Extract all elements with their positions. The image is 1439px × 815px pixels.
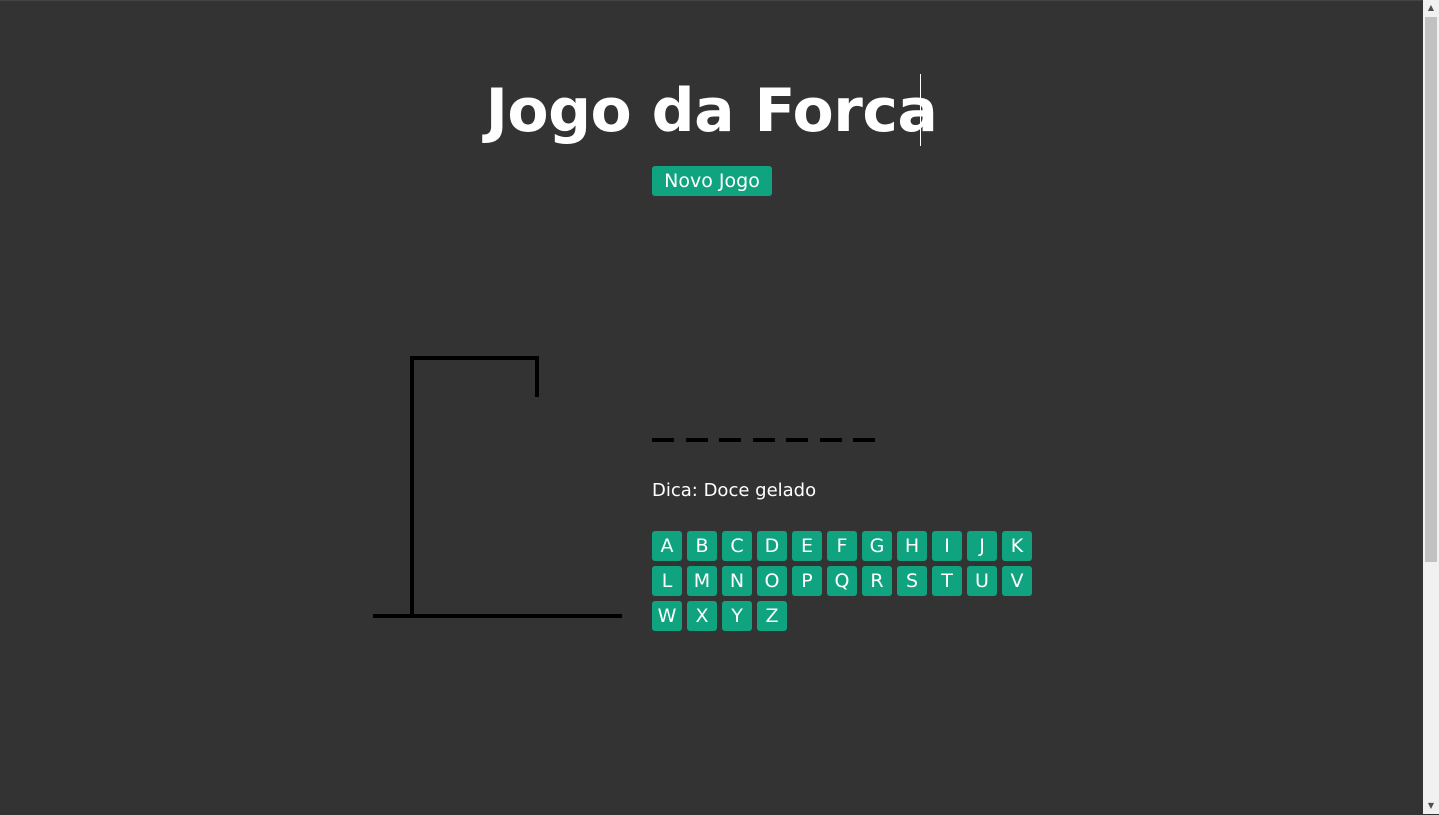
letter-button-q[interactable]: Q <box>827 566 857 596</box>
letter-button-k[interactable]: K <box>1002 531 1032 561</box>
new-game-button[interactable]: Novo Jogo <box>652 166 772 196</box>
letter-button-v[interactable]: V <box>1002 566 1032 596</box>
page: Jogo da Forca Novo Jogo Dica: Doce gelad… <box>0 0 1423 815</box>
letter-button-h[interactable]: H <box>897 531 927 561</box>
letter-button-l[interactable]: L <box>652 566 682 596</box>
letter-button-p[interactable]: P <box>792 566 822 596</box>
letter-button-e[interactable]: E <box>792 531 822 561</box>
letter-button-x[interactable]: X <box>687 601 717 631</box>
scroll-up-arrow-icon[interactable]: ▲ <box>1423 0 1439 16</box>
letter-button-z[interactable]: Z <box>757 601 787 631</box>
letter-button-u[interactable]: U <box>967 566 997 596</box>
letter-button-c[interactable]: C <box>722 531 752 561</box>
letter-button-o[interactable]: O <box>757 566 787 596</box>
scroll-thumb[interactable] <box>1425 17 1437 562</box>
vertical-scrollbar[interactable]: ▲ ▼ <box>1423 0 1439 814</box>
gallows-drawing <box>373 356 622 618</box>
letter-button-y[interactable]: Y <box>722 601 752 631</box>
letter-button-i[interactable]: I <box>932 531 962 561</box>
hint-text: Dica: Doce gelado <box>652 480 817 501</box>
letter-slot <box>819 438 842 442</box>
letter-button-r[interactable]: R <box>862 566 892 596</box>
letter-button-a[interactable]: A <box>652 531 682 561</box>
letter-button-n[interactable]: N <box>722 566 752 596</box>
letter-button-b[interactable]: B <box>687 531 717 561</box>
letter-button-m[interactable]: M <box>687 566 717 596</box>
scroll-down-arrow-icon[interactable]: ▼ <box>1423 798 1439 814</box>
letter-slot <box>752 438 775 442</box>
page-title: Jogo da Forca <box>485 76 938 146</box>
letter-button-s[interactable]: S <box>897 566 927 596</box>
letter-button-g[interactable]: G <box>862 531 892 561</box>
letter-slot <box>685 438 708 442</box>
letter-button-d[interactable]: D <box>757 531 787 561</box>
text-caret <box>920 74 921 146</box>
letter-slot <box>719 438 741 442</box>
letter-button-w[interactable]: W <box>652 601 682 631</box>
letter-button-t[interactable]: T <box>932 566 962 596</box>
letter-button-j[interactable]: J <box>967 531 997 561</box>
letter-slot <box>786 438 808 442</box>
letter-slot <box>652 438 674 442</box>
letter-button-f[interactable]: F <box>827 531 857 561</box>
letter-slot <box>853 438 875 442</box>
